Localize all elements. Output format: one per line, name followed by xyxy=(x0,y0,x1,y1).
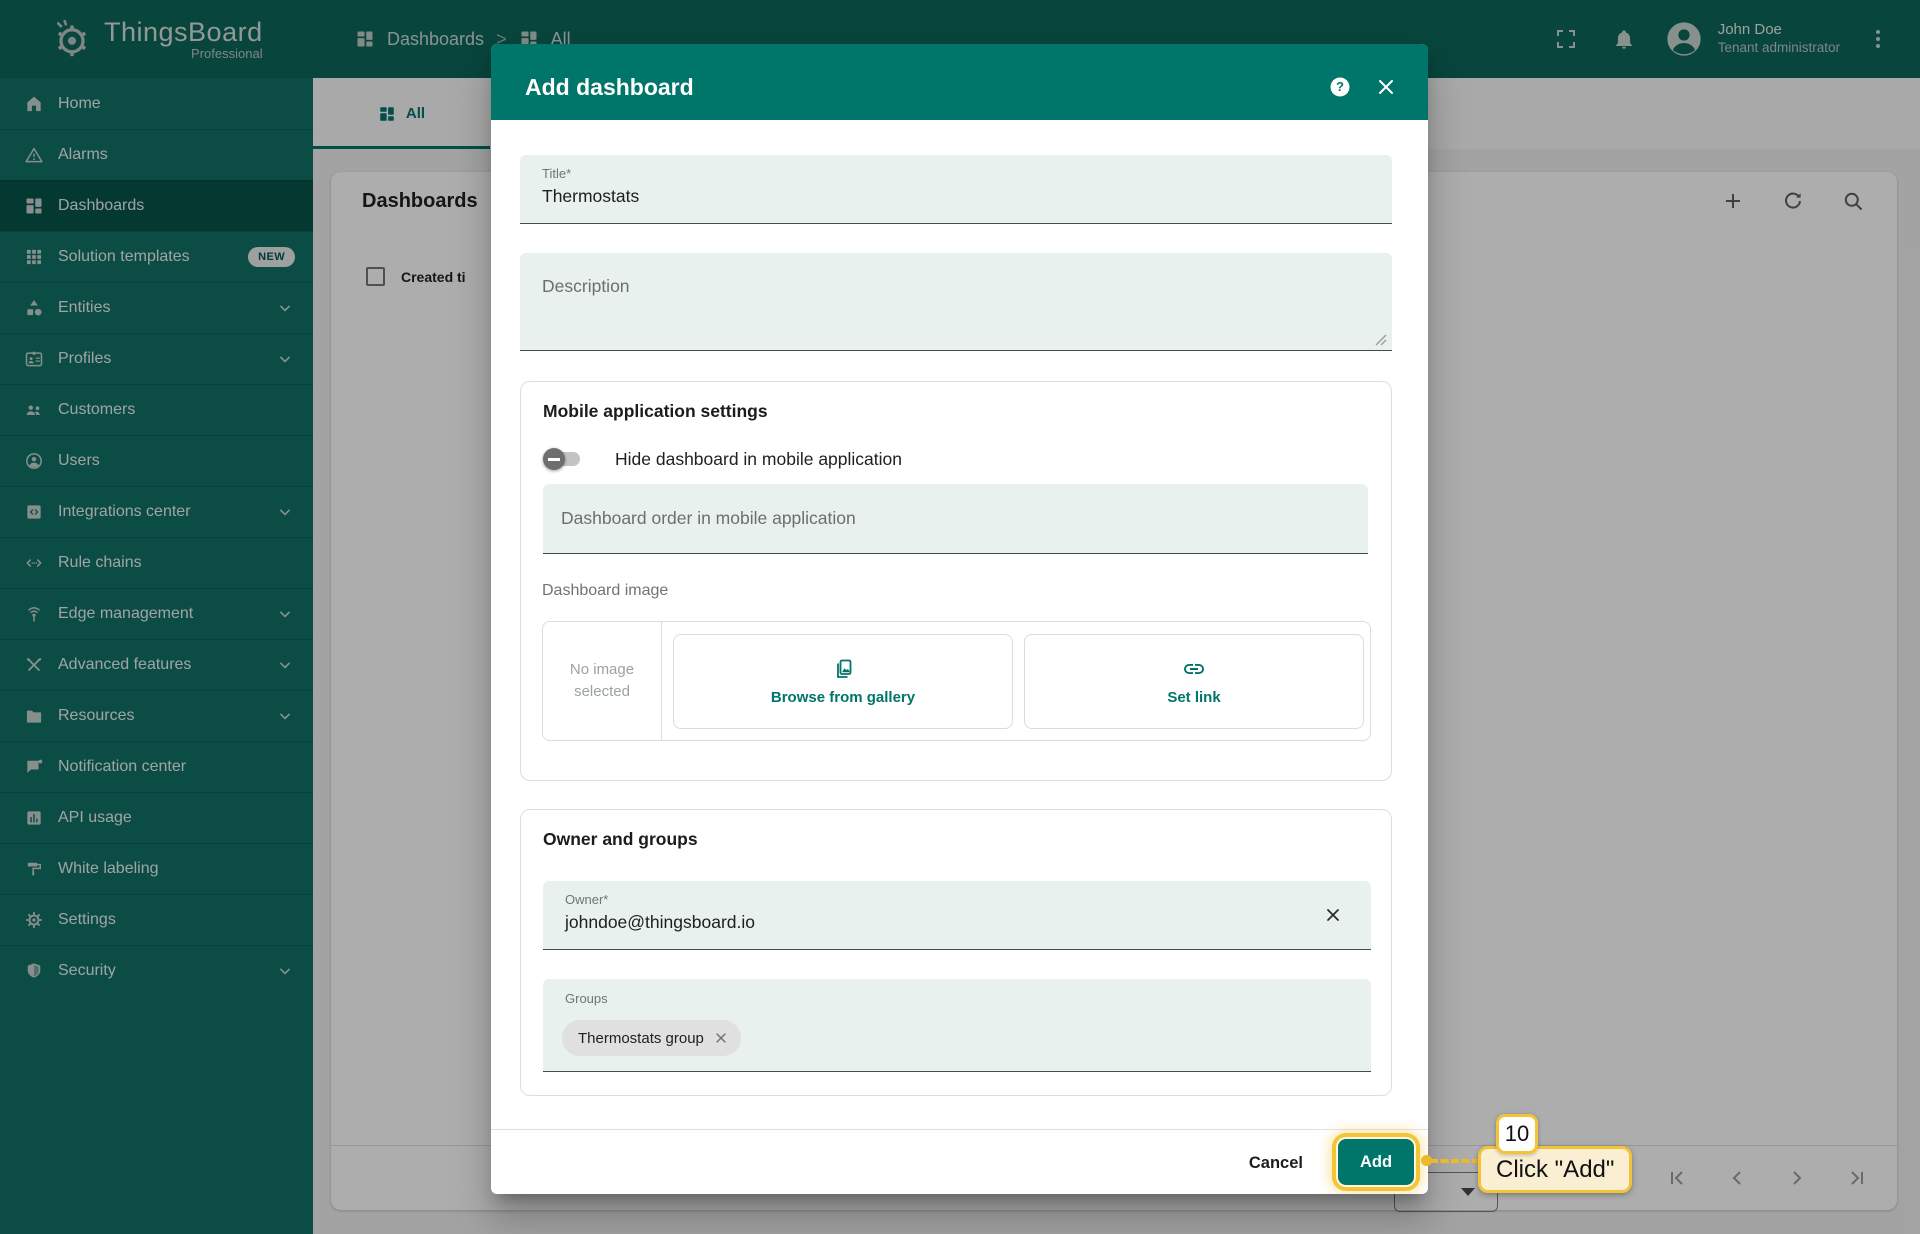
close-icon[interactable] xyxy=(1374,75,1398,99)
remove-chip-icon[interactable] xyxy=(713,1030,729,1046)
owner-groups-title: Owner and groups xyxy=(543,829,698,849)
hide-dashboard-toggle-row: Hide dashboard in mobile application xyxy=(543,442,902,476)
clear-owner-icon[interactable] xyxy=(1321,903,1345,927)
app-root: ThingsBoard Professional Home Alarms Das… xyxy=(0,0,1920,1234)
mobile-settings-section: Mobile application settings Hide dashboa… xyxy=(520,381,1392,781)
help-icon[interactable]: ? xyxy=(1328,75,1352,99)
set-link-button[interactable]: Set link xyxy=(1024,634,1364,729)
hide-dashboard-toggle[interactable] xyxy=(543,447,583,471)
browse-from-gallery-button[interactable]: Browse from gallery xyxy=(673,634,1013,729)
hide-dashboard-toggle-label: Hide dashboard in mobile application xyxy=(615,448,902,469)
title-field-label: Title* xyxy=(542,166,572,181)
svg-text:?: ? xyxy=(1336,79,1344,94)
group-chip[interactable]: Thermostats group xyxy=(562,1020,741,1056)
annotation-step-number: 10 xyxy=(1496,1114,1538,1154)
owner-field[interactable]: Owner* johndoe@thingsboard.io xyxy=(543,881,1371,950)
dashboard-image-label: Dashboard image xyxy=(542,582,669,599)
link-icon xyxy=(1184,664,1204,674)
mobile-settings-title: Mobile application settings xyxy=(543,401,768,421)
group-chip-label: Thermostats group xyxy=(578,1029,704,1047)
gallery-icon xyxy=(837,659,852,678)
owner-field-value: johndoe@thingsboard.io xyxy=(565,912,755,932)
owner-field-label: Owner* xyxy=(565,892,609,907)
dialog-title: Add dashboard xyxy=(525,73,694,100)
annotation-connector-line xyxy=(1430,1159,1480,1163)
cancel-button[interactable]: Cancel xyxy=(1241,1143,1311,1183)
groups-field[interactable]: Groups Thermostats group xyxy=(543,979,1371,1072)
add-dashboard-dialog: Add dashboard ? Title* Thermostats Descr… xyxy=(491,44,1428,1194)
title-field-value: Thermostats xyxy=(542,186,640,206)
dialog-header: Add dashboard ? xyxy=(491,44,1428,120)
toggle-knob xyxy=(543,448,565,470)
dashboard-image-picker: No image selected Browse from gallery Se… xyxy=(542,621,1371,741)
groups-field-label: Groups xyxy=(565,991,608,1006)
description-field[interactable]: Description xyxy=(520,253,1392,351)
resize-handle-icon[interactable] xyxy=(1375,334,1387,346)
no-image-placeholder: No image selected xyxy=(543,622,662,740)
description-field-label: Description xyxy=(542,276,630,296)
add-button[interactable]: Add xyxy=(1338,1139,1414,1185)
dialog-footer-divider xyxy=(491,1129,1428,1130)
dashboard-order-input[interactable] xyxy=(543,484,1368,554)
title-field[interactable]: Title* Thermostats xyxy=(520,155,1392,224)
owner-groups-section: Owner and groups Owner* johndoe@thingsbo… xyxy=(520,809,1392,1096)
